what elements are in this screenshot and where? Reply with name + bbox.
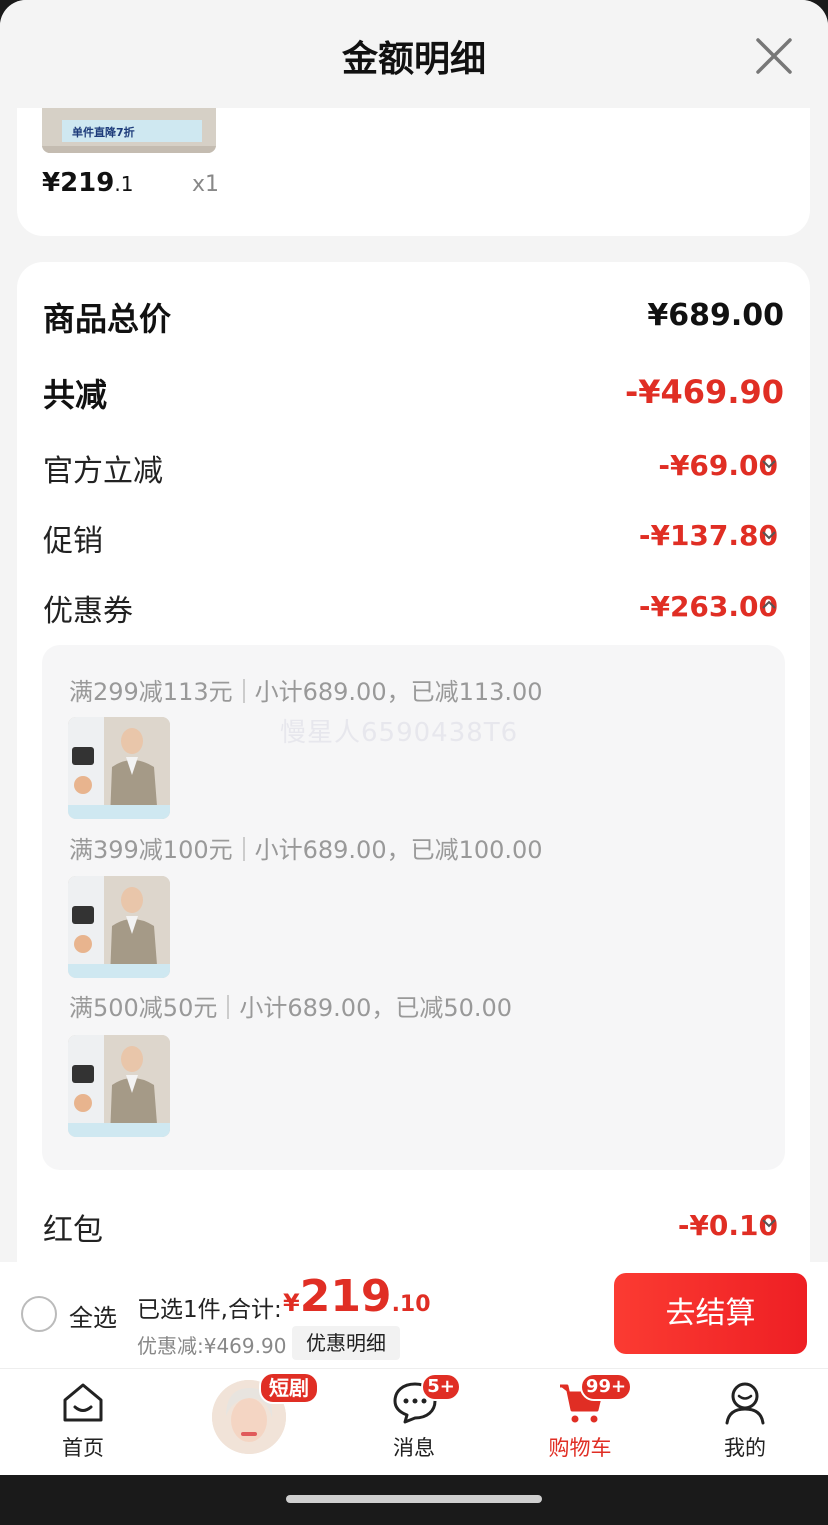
drama-badge: 短剧	[259, 1372, 319, 1404]
tab-home-label: 首页	[62, 1436, 104, 1460]
cart-badge: 99+	[580, 1373, 632, 1401]
select-all-radio[interactable]	[21, 1296, 57, 1332]
coupon-rule-1: 满299减113元 小计689.00，已减113.00	[69, 678, 543, 706]
tab-cart-label: 购物车	[548, 1436, 612, 1460]
saved-amount: 优惠减:¥469.90	[137, 1334, 287, 1358]
user-icon	[725, 1382, 765, 1425]
amount-detail-sheet: 金额明细 单件直降7折 ¥219.1 x1 商品总价 ¥689.00 共减 -¥…	[0, 0, 828, 1475]
reduce-value: -¥469.90	[624, 373, 784, 411]
official-discount-label[interactable]: 官方立减	[43, 446, 163, 490]
total-value: ¥689.00	[647, 298, 784, 333]
sheet-title: 金额明细	[341, 39, 486, 80]
red-packet-label[interactable]: 红包	[43, 1205, 103, 1249]
chevron-down-icon[interactable]	[760, 458, 778, 470]
tab-messages-label: 消息	[393, 1436, 435, 1460]
total-price: ¥219.10	[283, 1271, 431, 1322]
total-label: 商品总价	[43, 300, 172, 338]
selected-summary: 已选1件,合计:	[137, 1297, 282, 1323]
discount-detail-button[interactable]: 优惠明细	[292, 1326, 400, 1360]
sheet-header: 金额明细	[0, 0, 828, 108]
checkout-button[interactable]: 去结算	[614, 1273, 807, 1354]
watermark: 慢星人6590438T6	[280, 718, 519, 748]
home-icon	[63, 1383, 103, 1422]
coupon-rule-2: 满399减100元 小计689.00，已减100.00	[69, 836, 543, 864]
select-all-label[interactable]: 全选	[69, 1298, 117, 1333]
coupon-value[interactable]: -¥263.00	[639, 590, 778, 623]
promotion-value[interactable]: -¥137.80	[639, 519, 778, 552]
close-icon[interactable]	[752, 34, 796, 78]
chevron-down-icon[interactable]	[760, 529, 778, 541]
home-indicator[interactable]	[286, 1495, 542, 1503]
chevron-up-icon[interactable]	[760, 599, 778, 611]
product-thumbnail[interactable]: 单件直降7折	[42, 108, 216, 153]
product-price: ¥219.1	[42, 168, 134, 198]
promotion-label[interactable]: 促销	[43, 516, 103, 560]
product-image[interactable]	[68, 717, 170, 819]
reduce-label: 共减	[43, 376, 108, 414]
coupon-rule-3: 满500减50元 小计689.00，已减50.00	[69, 994, 513, 1022]
message-badge: 5+	[421, 1373, 461, 1401]
product-image[interactable]	[68, 1035, 170, 1137]
product-quantity: x1	[192, 172, 220, 197]
svg-text:单件直降7折: 单件直降7折	[72, 125, 135, 139]
coupon-label[interactable]: 优惠券	[43, 586, 133, 630]
tab-profile-label: 我的	[724, 1436, 766, 1460]
product-image[interactable]	[68, 876, 170, 978]
chevron-down-icon[interactable]	[760, 1217, 778, 1229]
